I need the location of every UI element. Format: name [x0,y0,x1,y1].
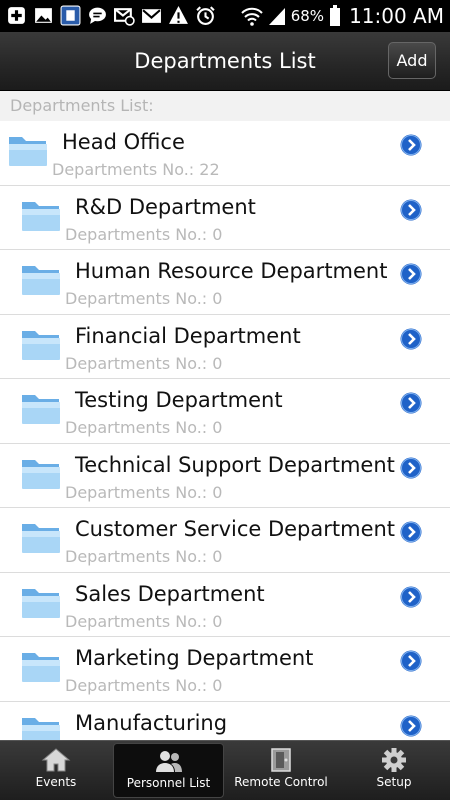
gmail-icon [142,9,161,23]
department-count-label: Departments No.: 0 [65,224,223,244]
folder-icon [22,395,60,424]
department-count-label: Departments No.: 0 [65,676,223,695]
list-item[interactable]: Head Office Departments No.: 22 [0,121,450,186]
department-count-label: Departments No.: 0 [65,418,223,437]
tab-label: Events [35,775,77,789]
app-screen: 68% 11:00 AM Departments List Add Depart… [0,0,450,800]
message-icon [89,7,106,24]
department-count-label: Departments No.: 0 [65,547,223,566]
section-header: Departments List: [0,91,450,121]
folder-icon [22,330,60,360]
add-button[interactable]: Add [388,42,436,79]
department-count-label: Departments No.: 0 [65,482,223,502]
folder-icon [9,137,47,166]
department-name: Human Resource Department [75,259,388,283]
department-name: Technical Support Department [75,452,395,477]
department-name: Financial Department [75,323,301,348]
status-bar: 68% 11:00 AM [0,0,450,32]
list-item[interactable]: Marketing Department Departments No.: 0 [0,637,450,702]
list-item[interactable]: Human Resource Department Departments No… [0,250,450,315]
image-icon [35,8,52,23]
department-name: Head Office [62,130,185,154]
warning-icon [169,6,188,24]
folder-icon [22,459,60,489]
chevron-right-icon[interactable] [400,521,422,543]
department-count-label: Departments No.: 0 [65,353,223,373]
wifi-icon [241,7,263,26]
folder-icon [22,653,60,682]
tab-label: Remote Control [234,775,328,789]
department-name: Testing Department [75,388,283,412]
departments-list: Head Office Departments No.: 22 R&D Depa… [0,121,450,740]
department-name: Manufacturing [75,710,228,735]
department-name: Customer Service Department [75,517,396,541]
chevron-right-icon[interactable] [400,134,422,156]
department-name: R&D Department [75,194,256,219]
tab-events[interactable]: Events [0,743,112,798]
folder-icon [22,524,60,553]
department-name: Marketing Department [75,646,314,670]
list-item[interactable]: Testing Department Departments No.: 0 [0,379,450,444]
tab-label: Personnel List [126,776,211,790]
folder-icon [22,717,60,740]
list-item[interactable]: Sales Department Departments No.: 0 [0,572,450,637]
folder-icon [22,266,60,295]
notification-icons [6,5,216,26]
clock: 11:00 AM [349,4,444,28]
tab-personnel-list[interactable]: Personnel List [113,743,224,798]
status-right: 68% 11:00 AM [241,3,444,29]
app-icon [60,5,81,26]
chevron-right-icon[interactable] [400,586,422,608]
chevron-right-icon[interactable] [400,457,422,479]
chevron-right-icon[interactable] [400,328,422,350]
department-name: Sales Department [75,581,265,606]
door-icon [271,748,291,772]
gear-icon [382,748,406,772]
tab-setup[interactable]: Setup [338,743,450,798]
list-item[interactable]: R&D Department Departments No.: 0 [0,185,450,250]
department-count-label: Departments No.: 22 [52,160,220,179]
signal-icon [268,8,285,25]
list-item[interactable]: Technical Support Department Departments… [0,443,450,508]
tab-bar: Events Personnel List Remote Control Set… [0,740,450,800]
tab-remote-control[interactable]: Remote Control [225,743,337,798]
chevron-right-icon[interactable] [400,392,422,414]
people-icon [155,751,182,772]
battery-percent: 68% [290,7,325,25]
chevron-right-icon[interactable] [400,715,422,737]
folder-icon [22,201,60,231]
chevron-right-icon[interactable] [400,199,422,221]
department-count-label: Departments No.: 0 [65,289,223,308]
battery-icon [330,5,341,26]
alarm-icon [196,6,215,25]
muted-email-icon [114,8,135,26]
list-item[interactable]: Financial Department Departments No.: 0 [0,314,450,379]
page-title: Departments List [134,49,316,73]
home-icon [41,748,71,772]
tab-label: Setup [376,775,412,789]
title-bar: Departments List Add [0,32,450,91]
folder-icon [22,588,60,618]
department-count-label: Departments No.: 0 [65,611,223,631]
chevron-right-icon[interactable] [400,650,422,672]
add-icon [8,7,25,24]
list-item[interactable]: Customer Service Department Departments … [0,508,450,573]
chevron-right-icon[interactable] [400,263,422,285]
list-item[interactable]: Manufacturing [0,701,450,740]
